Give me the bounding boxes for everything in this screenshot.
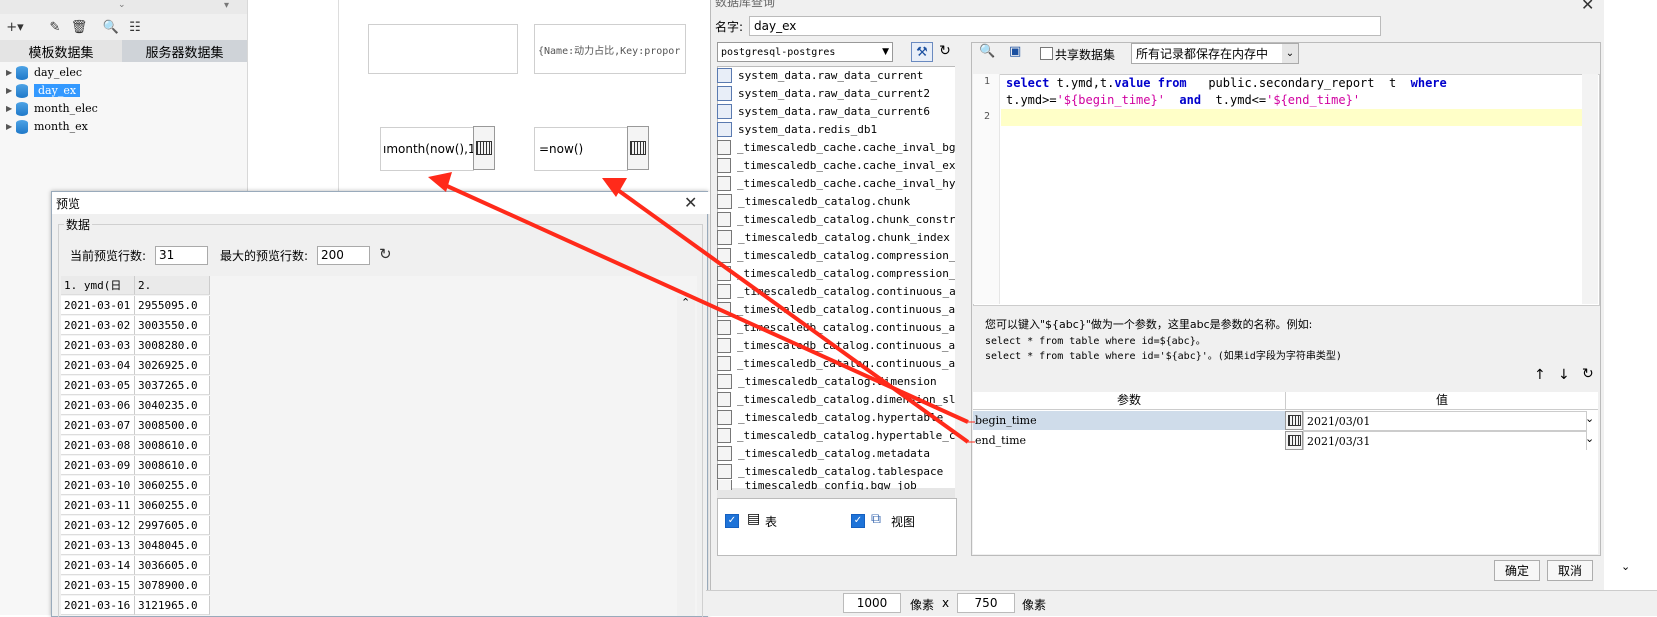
arrow-end-time xyxy=(606,181,970,444)
annotation-arrows xyxy=(428,172,975,444)
arrow-head xyxy=(428,172,452,192)
